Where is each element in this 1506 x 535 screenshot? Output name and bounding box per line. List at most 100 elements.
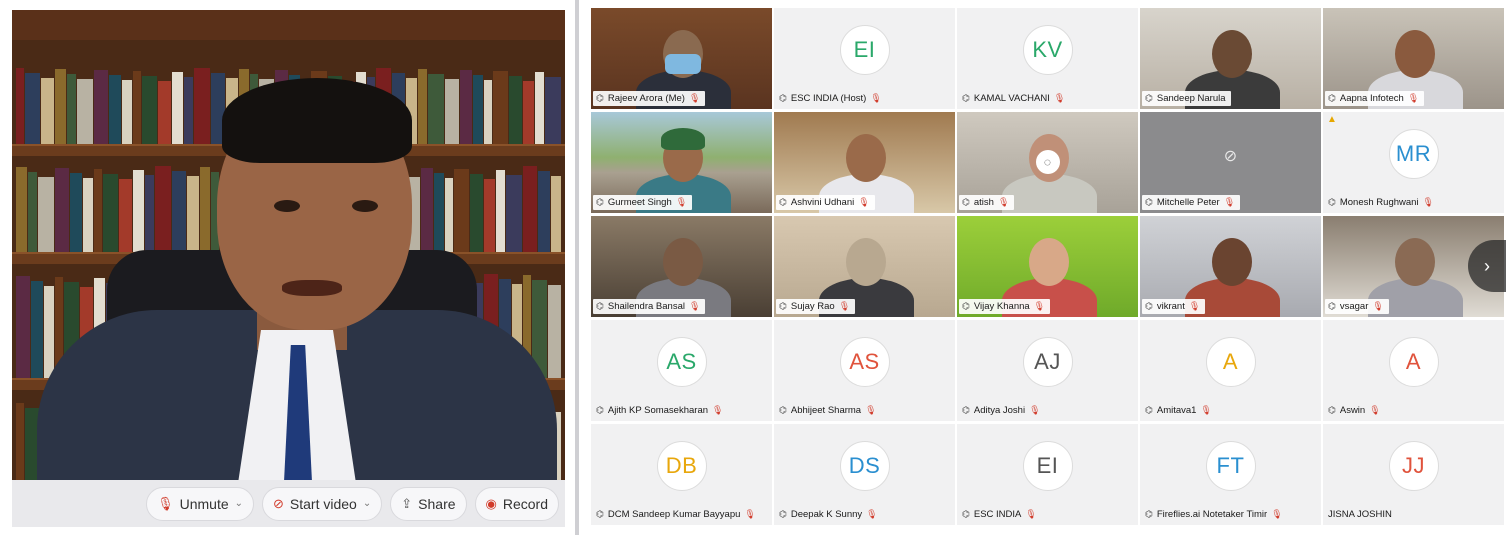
participant-tile[interactable]: JJ JISNA JOSHIN [1323,424,1504,525]
mic-muted-icon: 🎙︎ [744,509,756,519]
audio-connection-icon: ⌬ [1145,509,1153,519]
participant-name-tag: JISNA JOSHIN [1325,507,1397,522]
chevron-down-icon[interactable]: ⌄ [363,498,371,509]
participant-tile[interactable]: ◌ ⌬ atish 🎙︎ [957,112,1138,213]
audio-connection-icon: ⌬ [1145,93,1153,103]
participant-name-tag: ⌬ vikrant 🎙︎ [1142,299,1206,314]
mic-muted-icon: 🎙︎ [688,93,701,103]
participant-tile[interactable]: EI ⌬ ESC INDIA (Host) 🎙︎ [774,8,955,109]
participant-tile[interactable]: ⌬ Aapna Infotech 🎙︎ [1323,8,1504,109]
participant-name: Monesh Rughwani [1339,197,1419,208]
participant-name: vikrant [1156,301,1185,312]
mic-off-icon: 🎙︎ [157,495,174,511]
participant-tile[interactable]: ⌬ Gurmeet Singh 🎙︎ [591,112,772,213]
mic-muted-icon: 🎙︎ [1369,405,1381,415]
participant-name-tag: ⌬ Amitava1 🎙︎ [1142,403,1217,418]
participant-avatar: FT [1205,441,1256,491]
chevron-down-icon[interactable]: ⌄ [235,498,243,509]
audio-connection-icon: ⌬ [779,93,787,103]
participant-name-tag: ⌬ Aswin 🎙︎ [1325,403,1386,418]
participant-name: atish [973,197,994,208]
unmute-button[interactable]: 🎙︎ Unmute ⌄ [146,486,255,521]
record-icon: ◉ [485,495,497,511]
audio-connection-icon: ⌬ [1145,405,1153,415]
participant-name-tag: ⌬ Ashvini Udhani 🎙︎ [776,195,875,210]
participant-tile[interactable]: ⌬ Sandeep Narula [1140,8,1321,109]
mic-muted-icon: 🎙︎ [870,93,882,103]
participant-tile[interactable]: ⌬ Rajeev Arora (Me) 🎙︎ [591,8,772,109]
mic-muted-icon: 🎙︎ [865,405,877,415]
participant-name-tag: ⌬ ESC INDIA 🎙︎ [959,507,1042,522]
participant-name-tag: ⌬ Shailendra Bansal 🎙︎ [593,299,706,314]
mic-muted-icon: 🎙︎ [1200,405,1212,415]
participant-tile[interactable]: KV ⌬ KAMAL VACHANI 🎙︎ [957,8,1138,109]
participant-name: Deepak K Sunny [790,509,863,520]
participant-name: Vijay Khanna [973,301,1030,312]
mic-muted-icon: 🎙︎ [712,405,724,415]
audio-connection-icon: ⌬ [779,509,787,519]
participant-avatar: JJ [1388,441,1439,491]
participant-avatar: EI [839,25,890,75]
participant-name: Mitchelle Peter [1156,197,1220,208]
participant-name: KAMAL VACHANI [973,93,1050,104]
participant-name-tag: ⌬ vsagar 🎙︎ [1325,299,1389,314]
audio-connection-icon: ⌬ [962,509,970,519]
participant-tile[interactable]: MR ▲ ⌬ Monesh Rughwani 🎙︎ [1323,112,1504,213]
start-video-button[interactable]: ⊘ Start video ⌄ [262,486,383,521]
participant-tile[interactable]: ⌬ vikrant 🎙︎ [1140,216,1321,317]
mic-muted-icon: 🎙︎ [866,509,878,519]
participant-name-tag: ⌬ Sujay Rao 🎙︎ [776,299,856,314]
mic-muted-icon: 🎙︎ [838,301,851,311]
participant-name-tag: ⌬ Gurmeet Singh 🎙︎ [593,195,693,210]
participant-avatar: KV [1022,25,1073,75]
audio-connection-icon: ⌬ [779,197,787,207]
participant-tile[interactable]: ⌬ Vijay Khanna 🎙︎ [957,216,1138,317]
audio-connection-icon: ⌬ [596,93,604,103]
start-video-label: Start video [289,495,357,512]
participant-name: DCM Sandeep Kumar Bayyapu [607,509,741,520]
participant-name-tag: ⌬ Deepak K Sunny 🎙︎ [776,507,883,522]
participant-avatar: AJ [1022,337,1073,387]
audio-connection-icon: ⌬ [962,93,970,103]
mic-muted-icon: 🎙︎ [1188,301,1201,311]
mic-muted-icon: 🎙︎ [1372,301,1384,311]
participant-tile[interactable]: AS ⌬ Abhijeet Sharma 🎙︎ [774,320,955,421]
share-label: Share [418,495,456,512]
audio-connection-icon: ⌬ [1145,301,1153,311]
participant-tile[interactable]: FT ⌬ Fireflies.ai Notetaker Timir 🎙︎ [1140,424,1321,525]
participant-tile[interactable]: AJ ⌬ Aditya Joshi 🎙︎ [957,320,1138,421]
participant-tile[interactable]: ⌬ Sujay Rao 🎙︎ [774,216,955,317]
participant-tile[interactable]: ⊘ ⌬ Mitchelle Peter 🎙︎ [1140,112,1321,213]
audio-connection-icon: ⌬ [962,197,970,207]
share-button[interactable]: ⇪ Share [390,486,467,521]
mic-muted-icon: 🎙︎ [997,197,1010,207]
participant-avatar: DB [656,441,707,491]
participant-tile[interactable]: AS ⌬ Ajith KP Somasekharan 🎙︎ [591,320,772,421]
participant-tile[interactable]: ⌬ Shailendra Bansal 🎙︎ [591,216,772,317]
participant-tile[interactable]: EI ⌬ ESC INDIA 🎙︎ [957,424,1138,525]
participant-tile[interactable]: A ⌬ Aswin 🎙︎ [1323,320,1504,421]
participant-tile[interactable]: A ⌬ Amitava1 🎙︎ [1140,320,1321,421]
mic-muted-icon: 🎙︎ [1033,301,1046,311]
audio-connection-icon: ⌬ [779,405,787,415]
mic-muted-icon: 🎙︎ [1407,93,1420,103]
participant-avatar: EI [1022,441,1073,491]
mic-muted-icon: 🎙︎ [1029,405,1041,415]
participant-name: Aswin [1339,405,1366,416]
participant-tile[interactable]: DS ⌬ Deepak K Sunny 🎙︎ [774,424,955,525]
participant-name: Sujay Rao [790,301,835,312]
participant-avatar: A [1205,337,1256,387]
record-button[interactable]: ◉ Record [474,486,559,521]
active-speaker-video[interactable]: 🎙︎ Unmute ⌄ ⊘ Start video ⌄ ⇪ Share ◉ Re… [12,10,565,527]
panel-divider [575,0,579,535]
participant-grid: ⌬ Rajeev Arora (Me) 🎙︎ EI ⌬ ESC INDIA (Host) 🎙… [591,8,1506,528]
participant-name-tag: ⌬ Aditya Joshi 🎙︎ [959,403,1046,418]
participant-tile[interactable]: ⌬ Ashvini Udhani 🎙︎ [774,112,955,213]
participant-avatar: DS [839,441,890,491]
mic-muted-icon: 🎙︎ [1025,509,1037,519]
participant-tile[interactable]: DB ⌬ DCM Sandeep Kumar Bayyapu 🎙︎ [591,424,772,525]
audio-connection-icon: ⌬ [779,301,787,311]
participant-name: Sandeep Narula [1156,93,1226,104]
record-label: Record [502,495,548,512]
participant-name-tag: ⌬ ESC INDIA (Host) 🎙︎ [776,91,887,106]
